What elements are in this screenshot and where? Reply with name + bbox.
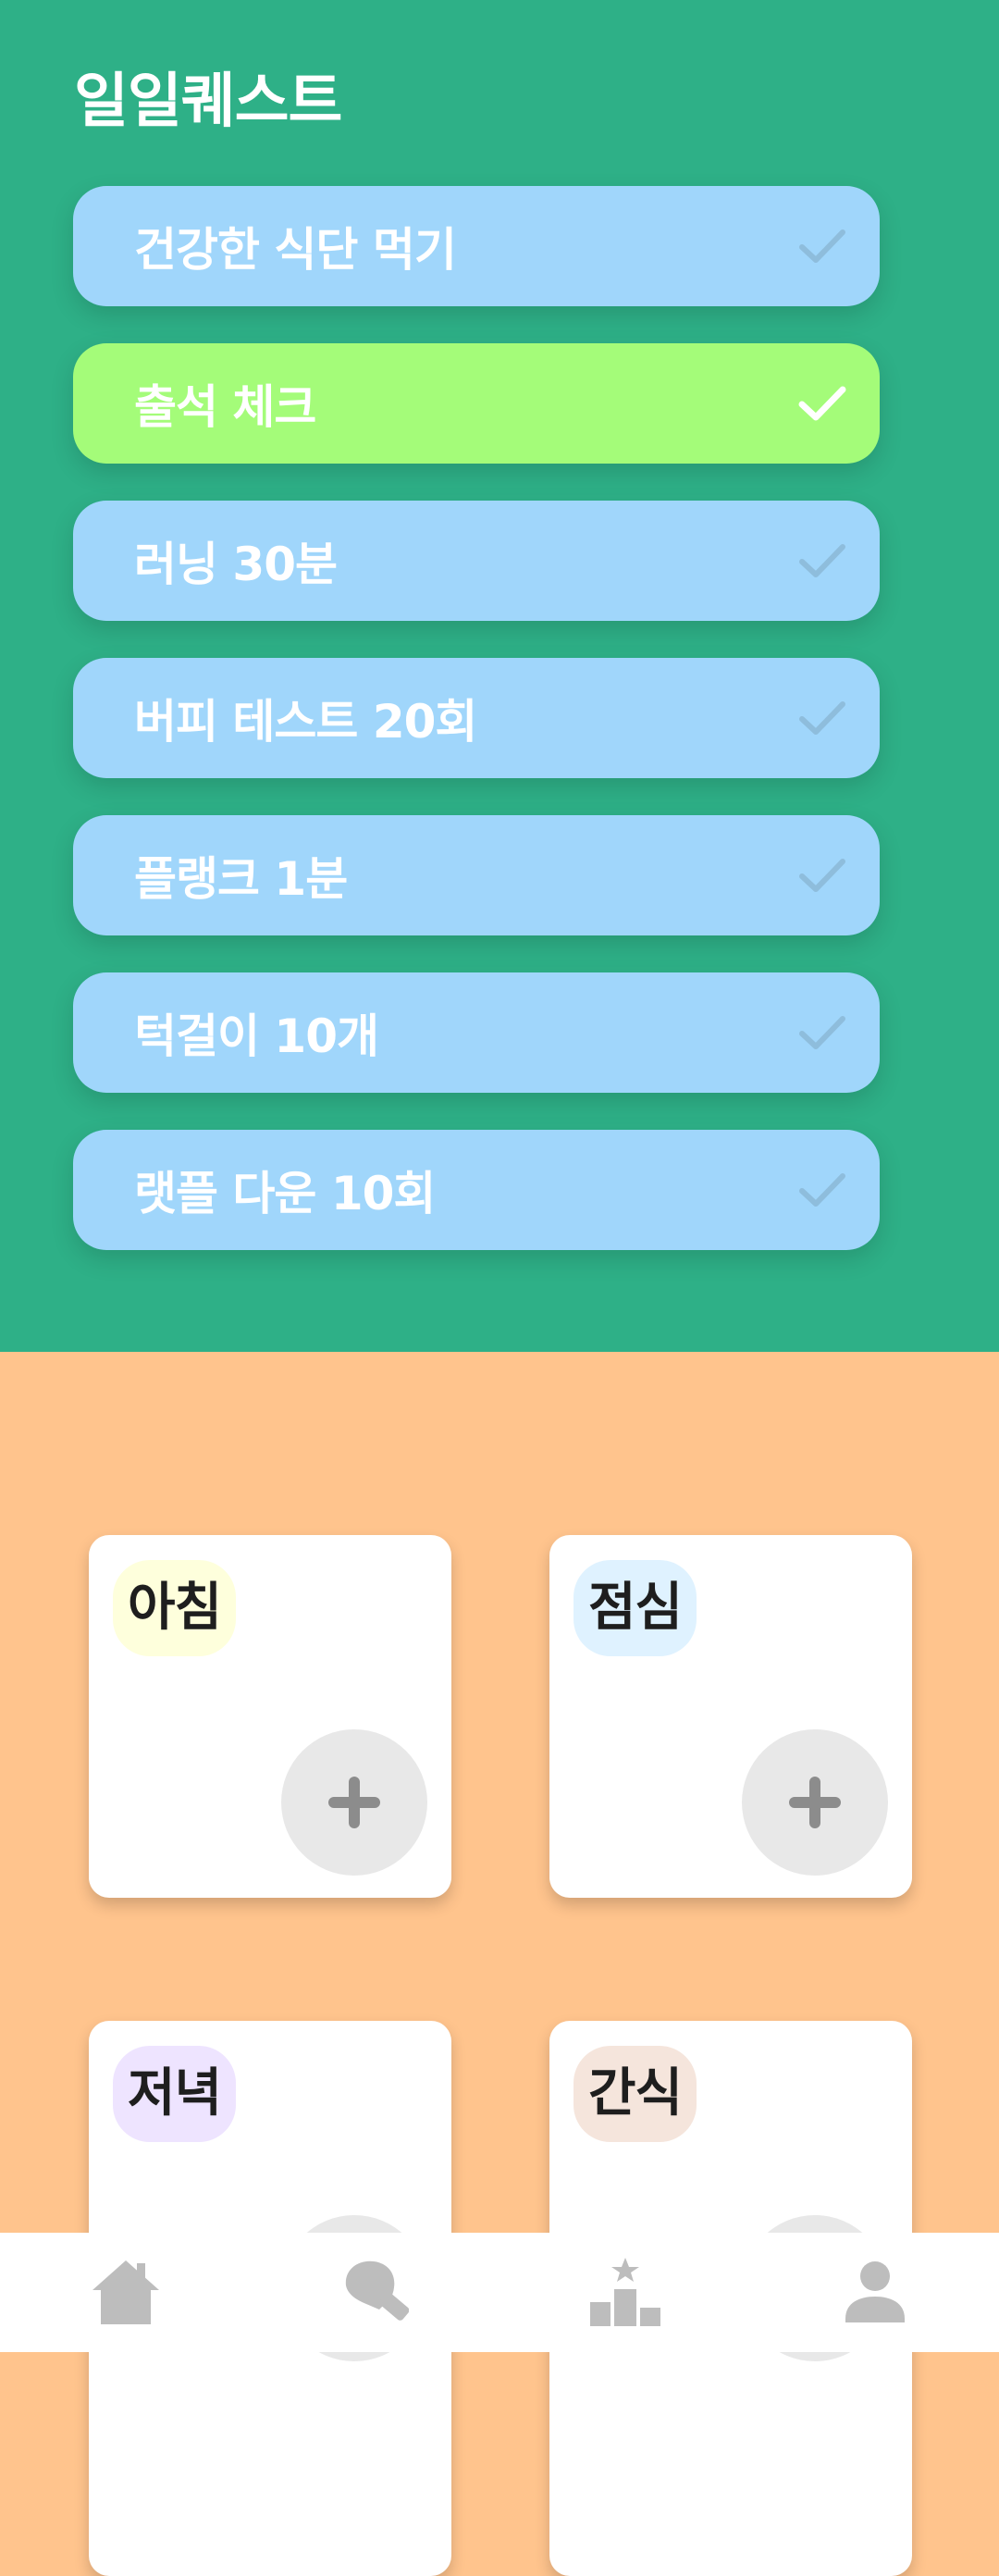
nav-profile[interactable] [838, 2256, 912, 2330]
add-lunch-button[interactable] [742, 1729, 888, 1876]
daily-quest-title: 일일퀘스트 [74, 68, 342, 136]
meal-tag-lunch: 점심 [574, 1560, 697, 1656]
quest-item-pullup[interactable]: 턱걸이 10개 [73, 972, 880, 1093]
meal-tag-snack: 간식 [574, 2046, 697, 2142]
plus-icon [328, 1777, 380, 1828]
add-breakfast-button[interactable] [281, 1729, 427, 1876]
check-icon [796, 1164, 848, 1216]
quest-label: 건강한 식단 먹기 [134, 223, 457, 277]
nav-workout[interactable] [335, 2256, 409, 2330]
quest-item-healthy-diet[interactable]: 건강한 식단 먹기 [73, 186, 880, 306]
daily-quest-section: 일일퀘스트 건강한 식단 먹기 출석 체크 러닝 30분 버피 테스트 20회 [0, 0, 999, 1352]
quest-label: 러닝 30분 [134, 538, 338, 591]
meal-card-breakfast[interactable]: 아침 [89, 1535, 451, 1898]
check-icon [796, 535, 848, 587]
plus-icon [789, 1777, 841, 1828]
meal-card-lunch[interactable]: 점심 [549, 1535, 912, 1898]
home-icon [92, 2260, 159, 2324]
check-icon [796, 692, 848, 744]
quest-label: 플랭크 1분 [134, 852, 348, 906]
quest-item-lat-pulldown[interactable]: 랫플 다운 10회 [73, 1130, 880, 1250]
profile-icon [845, 2261, 905, 2322]
quest-item-running[interactable]: 러닝 30분 [73, 501, 880, 621]
boxing-glove-icon [345, 2260, 409, 2321]
leaderboard-icon [590, 2258, 660, 2326]
quest-label: 랫플 다운 10회 [134, 1167, 436, 1220]
check-icon [796, 220, 848, 272]
quest-item-attendance[interactable]: 출석 체크 [73, 343, 880, 464]
nav-ranking[interactable] [588, 2256, 662, 2330]
quest-item-burpee[interactable]: 버피 테스트 20회 [73, 658, 880, 778]
meal-tag-breakfast: 아침 [113, 1560, 237, 1656]
quest-list: 건강한 식단 먹기 출석 체크 러닝 30분 버피 테스트 20회 플랭크 1분 [73, 186, 880, 1287]
check-icon [796, 849, 848, 901]
check-icon [796, 1007, 848, 1059]
quest-item-plank[interactable]: 플랭크 1분 [73, 815, 880, 935]
bottom-navigation [0, 2233, 999, 2352]
check-icon [796, 378, 848, 429]
quest-label: 출석 체크 [134, 380, 316, 434]
quest-label: 턱걸이 10개 [134, 1009, 379, 1063]
quest-label: 버피 테스트 20회 [134, 695, 477, 749]
nav-home[interactable] [89, 2256, 163, 2330]
meal-tag-dinner: 저녁 [113, 2046, 237, 2142]
